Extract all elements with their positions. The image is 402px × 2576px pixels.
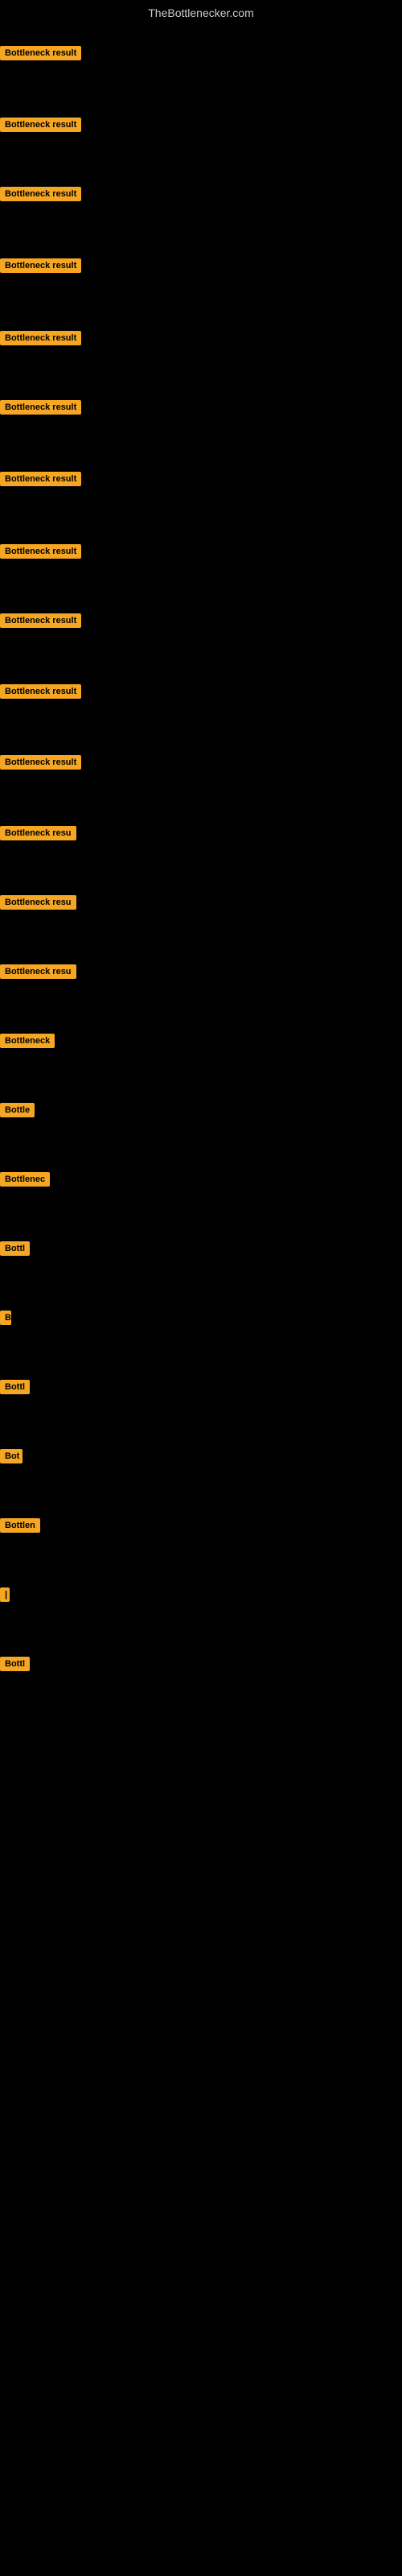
list-item: Bottleneck resu: [0, 826, 76, 844]
list-item: Bottle: [0, 1103, 35, 1121]
bottleneck-badge[interactable]: Bottleneck result: [0, 684, 81, 699]
bottleneck-badge[interactable]: Bottleneck result: [0, 472, 81, 486]
list-item: Bottl: [0, 1241, 30, 1260]
list-item: Bottl: [0, 1657, 30, 1675]
list-item: B: [0, 1311, 11, 1329]
list-item: Bottl: [0, 1380, 30, 1398]
bottleneck-badge[interactable]: Bottleneck resu: [0, 964, 76, 979]
list-item: Bottleneck result: [0, 258, 81, 277]
bottleneck-badge[interactable]: Bottleneck result: [0, 755, 81, 770]
bottleneck-badge[interactable]: Bottleneck result: [0, 613, 81, 628]
list-item: Bottleneck: [0, 1034, 55, 1052]
bottleneck-badge[interactable]: Bottl: [0, 1657, 30, 1671]
list-item: Bottleneck result: [0, 472, 81, 490]
list-item: Bottleneck result: [0, 46, 81, 64]
list-item: Bottleneck result: [0, 187, 81, 205]
bottleneck-badge[interactable]: Bottleneck result: [0, 544, 81, 559]
list-item: Bottlenec: [0, 1172, 50, 1191]
bottleneck-badge[interactable]: Bottleneck result: [0, 187, 81, 201]
list-item: Bottlen: [0, 1518, 40, 1537]
bottleneck-badge[interactable]: Bottlen: [0, 1518, 40, 1533]
list-item: Bot: [0, 1449, 23, 1468]
bottleneck-badge[interactable]: Bottle: [0, 1103, 35, 1117]
bottleneck-badge[interactable]: Bottleneck resu: [0, 895, 76, 910]
list-item: Bottleneck resu: [0, 964, 76, 983]
bottleneck-badge[interactable]: Bottleneck result: [0, 331, 81, 345]
bottleneck-badge[interactable]: Bottl: [0, 1241, 30, 1256]
site-title: TheBottlenecker.com: [0, 0, 402, 26]
bottleneck-badge[interactable]: B: [0, 1311, 11, 1325]
bottleneck-badge[interactable]: Bottleneck result: [0, 400, 81, 415]
bottleneck-badge[interactable]: Bottlenec: [0, 1172, 50, 1187]
list-item: Bottleneck result: [0, 544, 81, 563]
list-item: Bottleneck result: [0, 400, 81, 419]
list-item: Bottleneck result: [0, 118, 81, 136]
bottleneck-badge[interactable]: Bot: [0, 1449, 23, 1463]
list-item: Bottleneck result: [0, 755, 81, 774]
list-item: |: [0, 1587, 10, 1606]
bottleneck-badge[interactable]: Bottleneck resu: [0, 826, 76, 840]
list-item: Bottleneck result: [0, 613, 81, 632]
bottleneck-badge[interactable]: Bottleneck result: [0, 258, 81, 273]
bottleneck-badge[interactable]: Bottleneck result: [0, 46, 81, 60]
list-item: Bottleneck result: [0, 331, 81, 349]
list-item: Bottleneck result: [0, 684, 81, 703]
bottleneck-badge[interactable]: Bottl: [0, 1380, 30, 1394]
bottleneck-badge[interactable]: |: [0, 1587, 10, 1602]
bottleneck-badge[interactable]: Bottleneck: [0, 1034, 55, 1048]
list-item: Bottleneck resu: [0, 895, 76, 914]
bottleneck-badge[interactable]: Bottleneck result: [0, 118, 81, 132]
